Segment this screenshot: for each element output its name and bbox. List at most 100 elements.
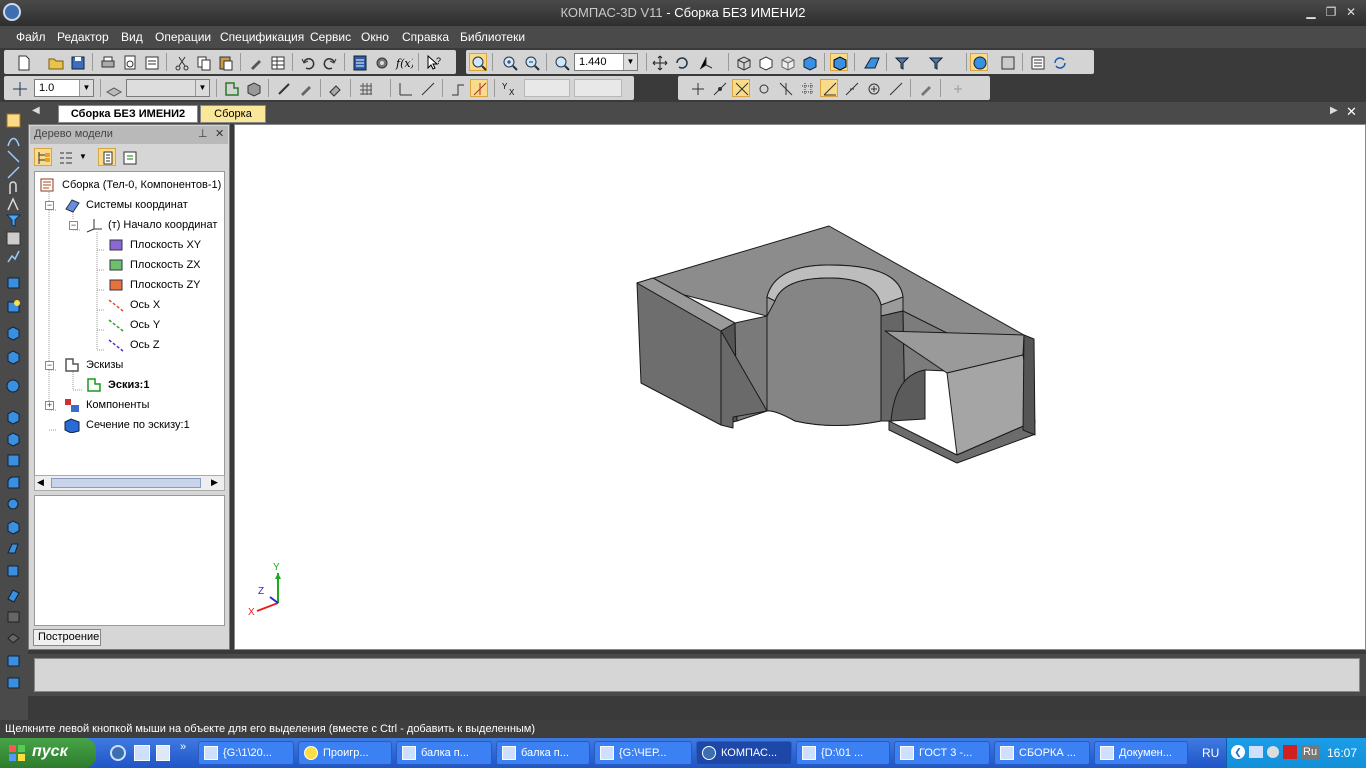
- tree-structure-icon[interactable]: [34, 148, 52, 166]
- zoom-in-icon[interactable]: [500, 53, 518, 71]
- menu-service[interactable]: Сервис: [310, 30, 351, 44]
- chevron-down-icon[interactable]: ▼: [79, 152, 87, 161]
- extrude-icon[interactable]: [5, 324, 22, 341]
- menu-editor[interactable]: Редактор: [57, 30, 109, 44]
- undo-icon[interactable]: [298, 53, 316, 71]
- shaded-edges-icon[interactable]: [830, 53, 848, 71]
- display-mode-icon[interactable]: [970, 53, 988, 71]
- close-panel-icon[interactable]: ✕: [215, 127, 224, 140]
- tree-node-origin[interactable]: (т) Начало координат: [85, 216, 217, 234]
- shell-icon[interactable]: [5, 518, 22, 535]
- gear-icon[interactable]: [372, 53, 390, 71]
- shaded-icon[interactable]: [800, 53, 818, 71]
- cut-extrude-icon[interactable]: [5, 408, 22, 425]
- filter-select-icon[interactable]: [926, 53, 944, 71]
- tree-node-axis-x[interactable]: Ось X: [107, 296, 160, 314]
- coord-y-field[interactable]: [574, 79, 622, 97]
- new-file-icon[interactable]: [14, 53, 32, 71]
- scroll-left-icon[interactable]: ◀: [37, 477, 44, 488]
- snap-normal-icon[interactable]: [776, 79, 794, 97]
- array-icon[interactable]: [5, 562, 22, 579]
- rib-icon[interactable]: [5, 540, 22, 557]
- hidden-lines-icon[interactable]: [756, 53, 774, 71]
- tabs-scroll-left-icon[interactable]: ◀: [32, 105, 40, 116]
- taskbar-item[interactable]: ГОСТ 3 -...: [894, 741, 990, 765]
- menu-file[interactable]: Файл: [16, 30, 46, 44]
- step-icon[interactable]: [448, 79, 466, 97]
- scroll-thumb[interactable]: [51, 478, 201, 488]
- tree-node-components[interactable]: Компоненты: [63, 396, 149, 414]
- menu-operations[interactable]: Операции: [155, 30, 211, 44]
- grid-icon[interactable]: [356, 79, 374, 97]
- snap-grid-icon[interactable]: [798, 79, 816, 97]
- measure-icon[interactable]: [5, 230, 22, 247]
- tree-node-sketches[interactable]: Эскизы: [63, 356, 123, 374]
- perspective-icon[interactable]: [862, 53, 880, 71]
- zoom-window-icon[interactable]: [469, 53, 487, 71]
- menu-window[interactable]: Окно: [361, 30, 389, 44]
- zoom-combo[interactable]: 1.440 ▼: [574, 53, 638, 71]
- tree-node-assembly[interactable]: Сборка (Тел-0, Компонентов-1): [39, 176, 221, 194]
- cut-icon[interactable]: [172, 53, 190, 71]
- start-button[interactable]: пуск: [0, 738, 96, 768]
- tabs-scroll-right-icon[interactable]: ▶: [1330, 105, 1338, 116]
- menu-view[interactable]: Вид: [121, 30, 143, 44]
- mirror-icon[interactable]: [5, 630, 22, 647]
- variables-fx-icon[interactable]: f(x): [394, 53, 413, 71]
- snap-angle-icon[interactable]: [820, 79, 838, 97]
- print-preview-icon[interactable]: [120, 53, 138, 71]
- help-pointer-icon[interactable]: ?: [424, 53, 442, 71]
- section-icon[interactable]: [5, 586, 22, 603]
- collapse-icon[interactable]: −: [69, 221, 78, 230]
- quicklaunch-kompas-icon[interactable]: [110, 745, 126, 761]
- taskbar-item[interactable]: Проигр...: [298, 741, 392, 765]
- pencil-icon[interactable]: [296, 79, 314, 97]
- snap-icon[interactable]: [470, 79, 488, 97]
- points-icon[interactable]: [5, 148, 22, 165]
- tray-language-icon[interactable]: Ru: [1301, 745, 1320, 760]
- network-icon[interactable]: [1249, 746, 1263, 758]
- line-icon[interactable]: [5, 164, 22, 181]
- clip-icon[interactable]: [5, 180, 22, 197]
- snap-intersection-icon[interactable]: [732, 79, 750, 97]
- close-document-icon[interactable]: ✕: [1346, 104, 1357, 120]
- tray-expand-icon[interactable]: ❮: [1231, 745, 1245, 759]
- revolve-icon[interactable]: [5, 348, 22, 365]
- minimize-button[interactable]: ▁: [1302, 4, 1320, 20]
- tree-view-mode-icon[interactable]: [56, 148, 74, 166]
- manager-doc-icon[interactable]: [350, 53, 368, 71]
- layer-icon[interactable]: [104, 79, 123, 97]
- taskbar-item[interactable]: {G:\ЧЕР...: [594, 741, 692, 765]
- snap-local-icon[interactable]: [948, 79, 966, 97]
- collapse-icon[interactable]: −: [45, 201, 54, 210]
- restore-button[interactable]: ❐: [1322, 4, 1340, 20]
- open-folder-icon[interactable]: [46, 53, 64, 71]
- tree-hscrollbar[interactable]: ◀ ▶: [34, 475, 225, 491]
- language-indicator[interactable]: RU: [1202, 746, 1219, 760]
- constraint-icon[interactable]: [274, 79, 292, 97]
- hole-icon[interactable]: [5, 452, 22, 469]
- chevron-down-icon[interactable]: ▼: [623, 54, 637, 70]
- taskbar-item[interactable]: балка п...: [396, 741, 492, 765]
- chevron-down-icon[interactable]: ▼: [79, 80, 93, 96]
- wireframe-icon[interactable]: [734, 53, 752, 71]
- coords-icon[interactable]: YX: [500, 79, 518, 97]
- snap-midpoint-icon[interactable]: [842, 79, 860, 97]
- tab-build[interactable]: Построение: [33, 629, 101, 646]
- local-cs-icon[interactable]: [10, 79, 28, 97]
- rebuild-icon[interactable]: [1050, 53, 1068, 71]
- ortho-icon[interactable]: [396, 79, 414, 97]
- dimension-icon[interactable]: [5, 196, 22, 213]
- snap-on-curve-icon[interactable]: [886, 79, 904, 97]
- expand-icon[interactable]: +: [45, 401, 54, 410]
- edit-part-icon[interactable]: [244, 79, 262, 97]
- tree-relations-icon[interactable]: [120, 148, 138, 166]
- chevron-down-icon[interactable]: ▼: [195, 80, 209, 96]
- filter-icon[interactable]: [5, 212, 22, 229]
- taskbar-item[interactable]: {D:\01 ...: [796, 741, 890, 765]
- coord-x-field[interactable]: [524, 79, 570, 97]
- fillet-icon[interactable]: [5, 474, 22, 491]
- taskbar-item[interactable]: СБОРКА ...: [994, 741, 1090, 765]
- layer-combo[interactable]: ▼: [126, 79, 210, 97]
- quicklaunch-doc-icon[interactable]: [156, 745, 170, 761]
